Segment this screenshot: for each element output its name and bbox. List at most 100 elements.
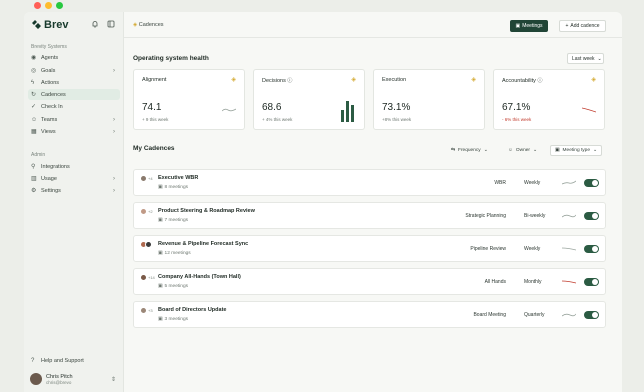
sidebar-item-agents[interactable]: ◉ Agents	[28, 52, 120, 63]
metric-value: 74.1	[142, 102, 162, 113]
metric-change: +8% this week	[382, 117, 412, 122]
sidebar-item-label: Views	[41, 128, 56, 135]
check-circle-icon: ✓	[31, 104, 37, 110]
window-titlebar	[0, 0, 644, 12]
metric-card-decisions[interactable]: Decisions ⓘ ◈ 68.6 + 4% this week	[253, 69, 365, 130]
trend-sparkline	[562, 247, 576, 251]
chart-icon: ▥	[31, 176, 37, 182]
chevron-updown-icon: ⇕	[110, 376, 116, 383]
metric-value: 68.6	[262, 102, 282, 113]
metric-label-text: Accountability	[502, 78, 536, 84]
cadence-toggle[interactable]	[584, 245, 599, 253]
metric-label-text: Decisions	[262, 78, 286, 84]
cadence-row[interactable]: +3 Board of Directors Update ▣ 3 meetings…	[133, 301, 606, 328]
chevron-right-icon: ›	[113, 116, 115, 123]
cadence-toggle[interactable]	[584, 278, 599, 286]
metric-change: + 9 this week	[142, 117, 169, 122]
meetings-count: 12 meetings	[164, 251, 191, 256]
trend-sparkline	[562, 214, 576, 218]
meetings-button[interactable]: ▣ Meetings	[510, 20, 548, 32]
toggle-knob	[592, 180, 598, 186]
sidebar-item-label: Usage	[41, 175, 57, 182]
sidebar-item-actions[interactable]: ϟ Actions	[28, 77, 120, 88]
meeting-type: Board Meeting	[473, 312, 506, 318]
cadence-emoji-icon: ◈	[133, 22, 138, 28]
trend-sparkline	[562, 280, 576, 284]
sidebar-item-check-in[interactable]: ✓ Check In	[28, 101, 120, 112]
metric-change: - 6% this week	[502, 117, 532, 122]
meetings-button-label: Meetings	[522, 23, 543, 29]
cadence-toggle[interactable]	[584, 212, 599, 220]
sidebar-item-integrations[interactable]: ⚲ Integrations	[28, 161, 120, 172]
meeting-type-filter[interactable]: ▣ Meeting type ⌄	[550, 145, 603, 156]
user-name: Chris Pitch	[46, 373, 73, 380]
cadence-toggle[interactable]	[584, 179, 599, 187]
cadence-row[interactable]: +2 Product Steering & Roadmap Review ▣ 7 …	[133, 202, 606, 229]
more-participants-count: +14	[148, 275, 155, 280]
plug-icon: ⚲	[31, 164, 36, 170]
close-window-button[interactable]	[34, 2, 41, 9]
add-cadence-button[interactable]: + Add cadence	[559, 20, 606, 32]
zoom-window-button[interactable]	[56, 2, 63, 9]
help-and-support-link[interactable]: ? Help and Support	[28, 355, 120, 366]
sidebar-toggle-icon[interactable]	[107, 20, 115, 28]
user-menu[interactable]: Chris Pitch chris@brevo ⇕	[30, 371, 118, 387]
cadence-row[interactable]: Revenue & Pipeline Forecast Sync ▣ 12 mee…	[133, 235, 606, 262]
top-bar: ◈ Cadences ▣ Meetings + Add cadence	[124, 12, 622, 38]
info-icon: ⓘ	[537, 78, 543, 84]
toggle-knob	[592, 279, 598, 285]
metric-card-alignment[interactable]: Alignment ◈ 74.1 + 9 this week	[133, 69, 245, 130]
chevron-right-icon: ›	[113, 128, 115, 135]
period-select[interactable]: Last week ⌄	[567, 53, 604, 64]
emoji-icon: ◈	[591, 77, 596, 83]
cadence-title: Revenue & Pipeline Forecast Sync	[158, 241, 249, 247]
help-circle-icon: ?	[31, 357, 35, 364]
sidebar-item-goals[interactable]: ◎ Goals ›	[28, 65, 120, 76]
frequency-filter-label: Frequency	[458, 148, 481, 153]
sidebar-actions	[91, 20, 115, 28]
add-cadence-label: Add cadence	[570, 23, 600, 29]
metric-change: + 4% this week	[262, 117, 293, 122]
participant-avatars	[140, 241, 154, 248]
sidebar-item-label: Cadences	[41, 91, 66, 98]
frequency: Quarterly	[524, 312, 545, 318]
calendar-icon: ▣	[158, 218, 163, 223]
bell-icon[interactable]	[91, 20, 99, 28]
sidebar-item-cadences[interactable]: ↻ Cadences	[28, 89, 120, 100]
trend-sparkline	[562, 180, 576, 185]
sidebar-item-usage[interactable]: ▥ Usage ›	[28, 173, 120, 184]
owner-filter[interactable]: ☺ Owner ⌄	[508, 145, 537, 156]
cadence-title: Executive WBR	[158, 175, 199, 181]
help-label: Help and Support	[41, 357, 84, 364]
metric-value: 67.1%	[502, 102, 531, 113]
section-label-admin: Admin	[31, 152, 46, 158]
sidebar: Brev Brevity Systems ◉ Agents ◎ Goals › ϟ Ac…	[24, 12, 124, 392]
cycle-icon: ↻	[31, 92, 37, 98]
minimize-window-button[interactable]	[45, 2, 52, 9]
avatar	[140, 208, 147, 215]
cadence-row[interactable]: +14 Company All-Hands (Town Hall) ▣ 5 mee…	[133, 268, 606, 295]
cadence-meetings: ▣ 12 meetings	[158, 251, 191, 256]
grid-icon: ▦	[31, 129, 37, 135]
frequency-filter[interactable]: ⇆ Frequency ⌄	[451, 145, 488, 156]
logo-icon	[32, 20, 41, 29]
section-title-health: Operating system health	[133, 55, 209, 62]
calendar-icon: ▣	[158, 185, 163, 190]
sidebar-item-teams[interactable]: ☺ Teams ›	[28, 114, 120, 125]
sidebar-item-settings[interactable]: ⚙ Settings ›	[28, 185, 120, 196]
meeting-type: Strategic Planning	[465, 213, 506, 219]
app-logo[interactable]: Brev	[31, 19, 68, 31]
cadence-toggle[interactable]	[584, 311, 599, 319]
user-email: chris@brevo	[46, 379, 72, 385]
trend-sparkline	[562, 313, 576, 317]
user-icon: ☺	[508, 148, 513, 153]
meeting-type: WBR	[494, 180, 506, 186]
metric-card-accountability[interactable]: Accountability ⓘ ◈ 67.1% - 6% this week	[493, 69, 605, 130]
metric-label: Alignment	[142, 77, 167, 83]
cadence-meetings: ▣ 5 meetings	[158, 284, 188, 289]
sidebar-item-views[interactable]: ▦ Views ›	[28, 126, 120, 137]
metric-card-execution[interactable]: Execution ◈ 73.1% +8% this week	[373, 69, 485, 130]
cadence-row[interactable]: +4 Executive WBR ▣ 8 meetings WBR Weekly	[133, 169, 606, 196]
meetings-count: 8 meetings	[164, 185, 189, 190]
bot-icon: ◉	[31, 55, 37, 61]
